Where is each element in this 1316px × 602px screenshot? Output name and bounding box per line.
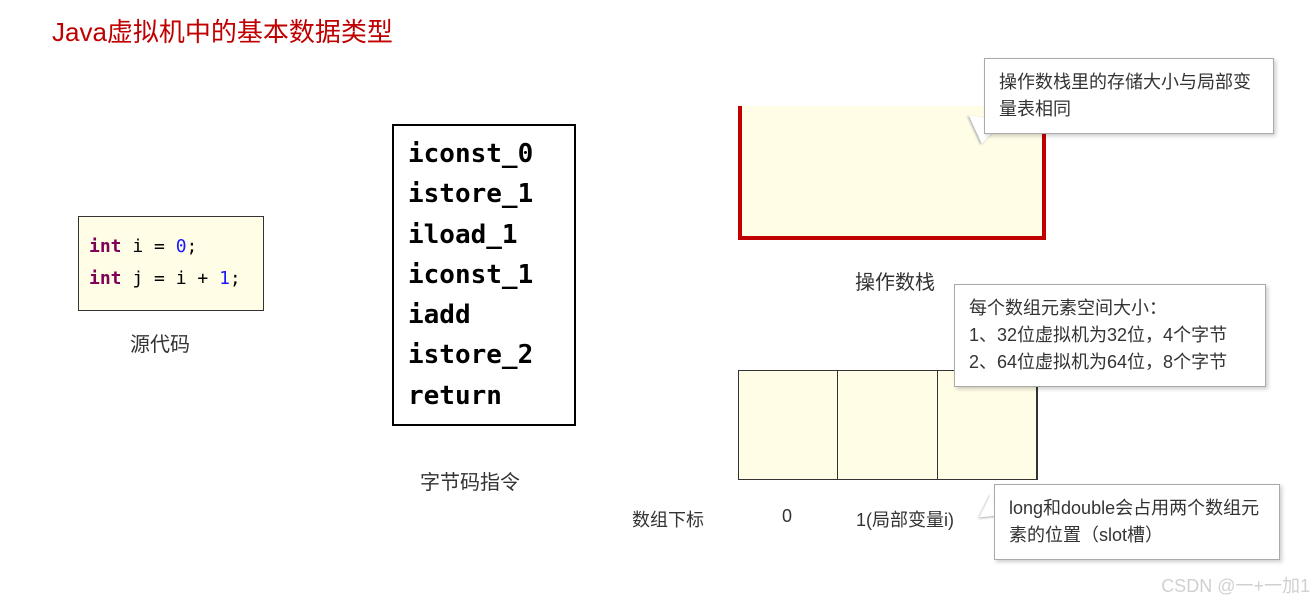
- index-0: 0: [782, 506, 792, 527]
- bytecode-box: iconst_0 istore_1 iload_1 iconst_1 iadd …: [392, 124, 576, 426]
- callout-slot-size: 每个数组元素空间大小： 1、32位虚拟机为32位，4个字节 2、64位虚拟机为6…: [954, 284, 1266, 387]
- callout-stack-size: 操作数栈里的存储大小与局部变量表相同: [984, 58, 1274, 134]
- source-line1-end: ;: [187, 236, 198, 257]
- watermark: CSDN @一+一加1: [1161, 572, 1310, 598]
- slot-0: [738, 370, 838, 480]
- slot-1: [838, 370, 938, 480]
- bytecode-line: iconst_0: [408, 134, 560, 174]
- bytecode-line: iconst_1: [408, 255, 560, 295]
- source-line2-mid: j = i +: [122, 268, 220, 289]
- bytecode-line: istore_1: [408, 174, 560, 214]
- source-code-box: int i = 0; int j = i + 1;: [78, 216, 264, 311]
- index-1: 1(局部变量i): [856, 506, 954, 532]
- callout-long-double: long和double会占用两个数组元素的位置（slot槽）: [994, 484, 1280, 560]
- operand-stack-label: 操作数栈: [855, 266, 935, 295]
- array-index-label: 数组下标: [632, 506, 704, 532]
- page-title: Java虚拟机中的基本数据类型: [52, 12, 393, 49]
- bytecode-line: istore_2: [408, 335, 560, 375]
- source-num-0: 0: [176, 236, 187, 257]
- source-line1-mid: i =: [122, 236, 176, 257]
- bytecode-line: return: [408, 376, 560, 416]
- source-num-1: 1: [219, 268, 230, 289]
- source-line2-end: ;: [230, 268, 241, 289]
- source-code-label: 源代码: [130, 328, 190, 357]
- bytecode-label: 字节码指令: [420, 466, 520, 495]
- keyword-int: int: [89, 236, 122, 257]
- bytecode-line: iadd: [408, 295, 560, 335]
- bytecode-line: iload_1: [408, 215, 560, 255]
- keyword-int: int: [89, 268, 122, 289]
